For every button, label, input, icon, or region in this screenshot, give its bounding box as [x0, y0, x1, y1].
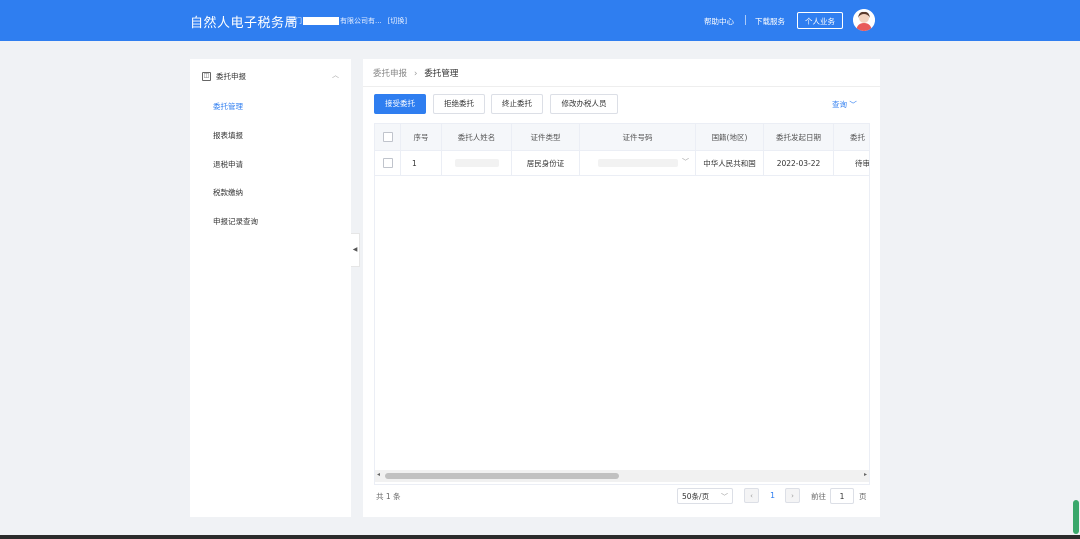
sidebar-item-tax-payment[interactable]: 税款缴纳 — [213, 187, 243, 198]
page-size-select[interactable]: 50条/页 ﹀ — [677, 488, 733, 504]
breadcrumb-separator-icon: › — [414, 69, 418, 79]
cell-date: 2022-03-22 — [764, 151, 834, 175]
avatar-icon — [853, 9, 875, 31]
column-header-status: 委托 — [850, 132, 865, 142]
delegation-table: 序号 委托人姓名 证件类型 证件号码 国籍(地区) 委托发起日期 委托 1 居民… — [374, 123, 870, 485]
column-header-name: 委托人姓名 — [442, 124, 512, 150]
page-unit-label: 页 — [859, 492, 867, 501]
chevron-up-icon: ︿ — [332, 71, 339, 79]
select-all-checkbox[interactable] — [382, 132, 393, 142]
scroll-left-icon[interactable]: ◂ — [377, 471, 380, 478]
goto-page-input[interactable]: 1 — [830, 488, 854, 504]
cell-status: 待审 — [855, 158, 870, 168]
column-header-date: 委托发起日期 — [764, 124, 834, 150]
goto-label: 前往 — [811, 492, 826, 501]
sidebar: ◫ 委托申报 ︿ 委托管理 报表填报 退税申请 税款缴纳 申报记录查询 — [190, 59, 351, 517]
select-all-cell — [375, 124, 401, 150]
sidebar-item-report-filling[interactable]: 报表填报 — [213, 130, 243, 141]
breadcrumb-parent[interactable]: 委托申报 — [373, 69, 407, 79]
header-divider — [745, 15, 746, 25]
sidebar-item-tax-refund[interactable]: 退税申请 — [213, 159, 243, 170]
menu-group-icon: ◫ — [202, 72, 211, 81]
download-service-link[interactable]: 下载服务 — [755, 16, 785, 27]
org-name: 厦门 有限公司有... [切换] — [288, 16, 407, 26]
total-count: 共 1 条 — [376, 492, 401, 501]
sidebar-item-delegation-management[interactable]: 委托管理 — [213, 101, 243, 112]
help-center-link[interactable]: 帮助中心 — [704, 16, 734, 27]
cell-nationality: 中华人民共和国 — [696, 151, 764, 175]
accept-delegation-button[interactable]: 接受委托 — [374, 94, 426, 114]
expand-chevron-icon[interactable]: ﹀ — [682, 157, 689, 167]
query-toggle[interactable]: 查询 ﹀ — [832, 99, 857, 110]
breadcrumb: 委托申报 › 委托管理 — [373, 67, 458, 79]
scroll-right-icon[interactable]: ▸ — [864, 471, 867, 478]
window-scrollbar-thumb[interactable] — [1073, 500, 1079, 534]
cell-index: 1 — [401, 151, 442, 175]
column-header-nationality: 国籍(地区) — [696, 124, 764, 150]
scrollbar-thumb[interactable] — [385, 473, 619, 479]
bottom-bar — [0, 535, 1080, 539]
cell-name — [442, 151, 512, 175]
terminate-delegation-button[interactable]: 终止委托 — [491, 94, 543, 114]
page-size-value: 50条/页 — [682, 492, 710, 501]
sidebar-group-label: 委托申报 — [216, 72, 246, 81]
chevron-down-icon: ﹀ — [721, 493, 728, 501]
personal-business-button[interactable]: 个人业务 — [797, 12, 843, 29]
column-header-id-number: 证件号码 — [580, 124, 696, 150]
horizontal-scrollbar[interactable]: ◂ ▸ — [375, 470, 869, 482]
org-prefix: 厦门 — [288, 17, 302, 25]
row-checkbox[interactable] — [382, 158, 393, 168]
row-select-cell — [375, 151, 401, 175]
main-panel: 委托申报 › 委托管理 接受委托 拒绝委托 终止委托 修改办税人员 查询 ﹀ 序号 … — [363, 59, 880, 517]
column-header-index: 序号 — [401, 124, 442, 150]
redacted-id-number — [597, 159, 678, 167]
table-header: 序号 委托人姓名 证件类型 证件号码 国籍(地区) 委托发起日期 委托 — [375, 124, 869, 151]
sidebar-item-filing-records[interactable]: 申报记录查询 — [213, 216, 258, 227]
app-title: 自然人电子税务局 — [190, 16, 299, 31]
breadcrumb-current: 委托管理 — [424, 69, 459, 79]
prev-page-button[interactable]: ‹ — [744, 488, 759, 503]
reject-delegation-button[interactable]: 拒绝委托 — [433, 94, 485, 114]
chevron-down-icon: ﹀ — [849, 100, 857, 109]
top-header: 自然人电子税务局 厦门 有限公司有... [切换] 帮助中心 下载服务 个人业务 — [0, 0, 1080, 41]
modify-agent-button[interactable]: 修改办税人员 — [550, 94, 618, 114]
org-redaction — [303, 17, 339, 25]
column-header-id-type: 证件类型 — [512, 124, 580, 150]
redacted-name — [454, 159, 499, 167]
cell-id-type: 居民身份证 — [512, 151, 580, 175]
next-page-button[interactable]: › — [785, 488, 800, 503]
cell-id-number: ﹀ — [580, 151, 696, 175]
user-avatar[interactable] — [853, 9, 875, 31]
current-page[interactable]: 1 — [770, 491, 775, 500]
breadcrumb-divider — [363, 86, 880, 87]
sidebar-group-delegated-filing[interactable]: ◫ 委托申报 ︿ — [202, 71, 344, 85]
query-label: 查询 — [832, 100, 847, 109]
sidebar-collapse-toggle[interactable]: ◀ — [351, 233, 360, 267]
switch-org-link[interactable]: [切换] — [388, 16, 407, 26]
org-suffix: 有限公司有... — [340, 17, 382, 25]
table-row[interactable]: 1 居民身份证 ﹀ 中华人民共和国 2022-03-22 待审 — [375, 151, 869, 176]
